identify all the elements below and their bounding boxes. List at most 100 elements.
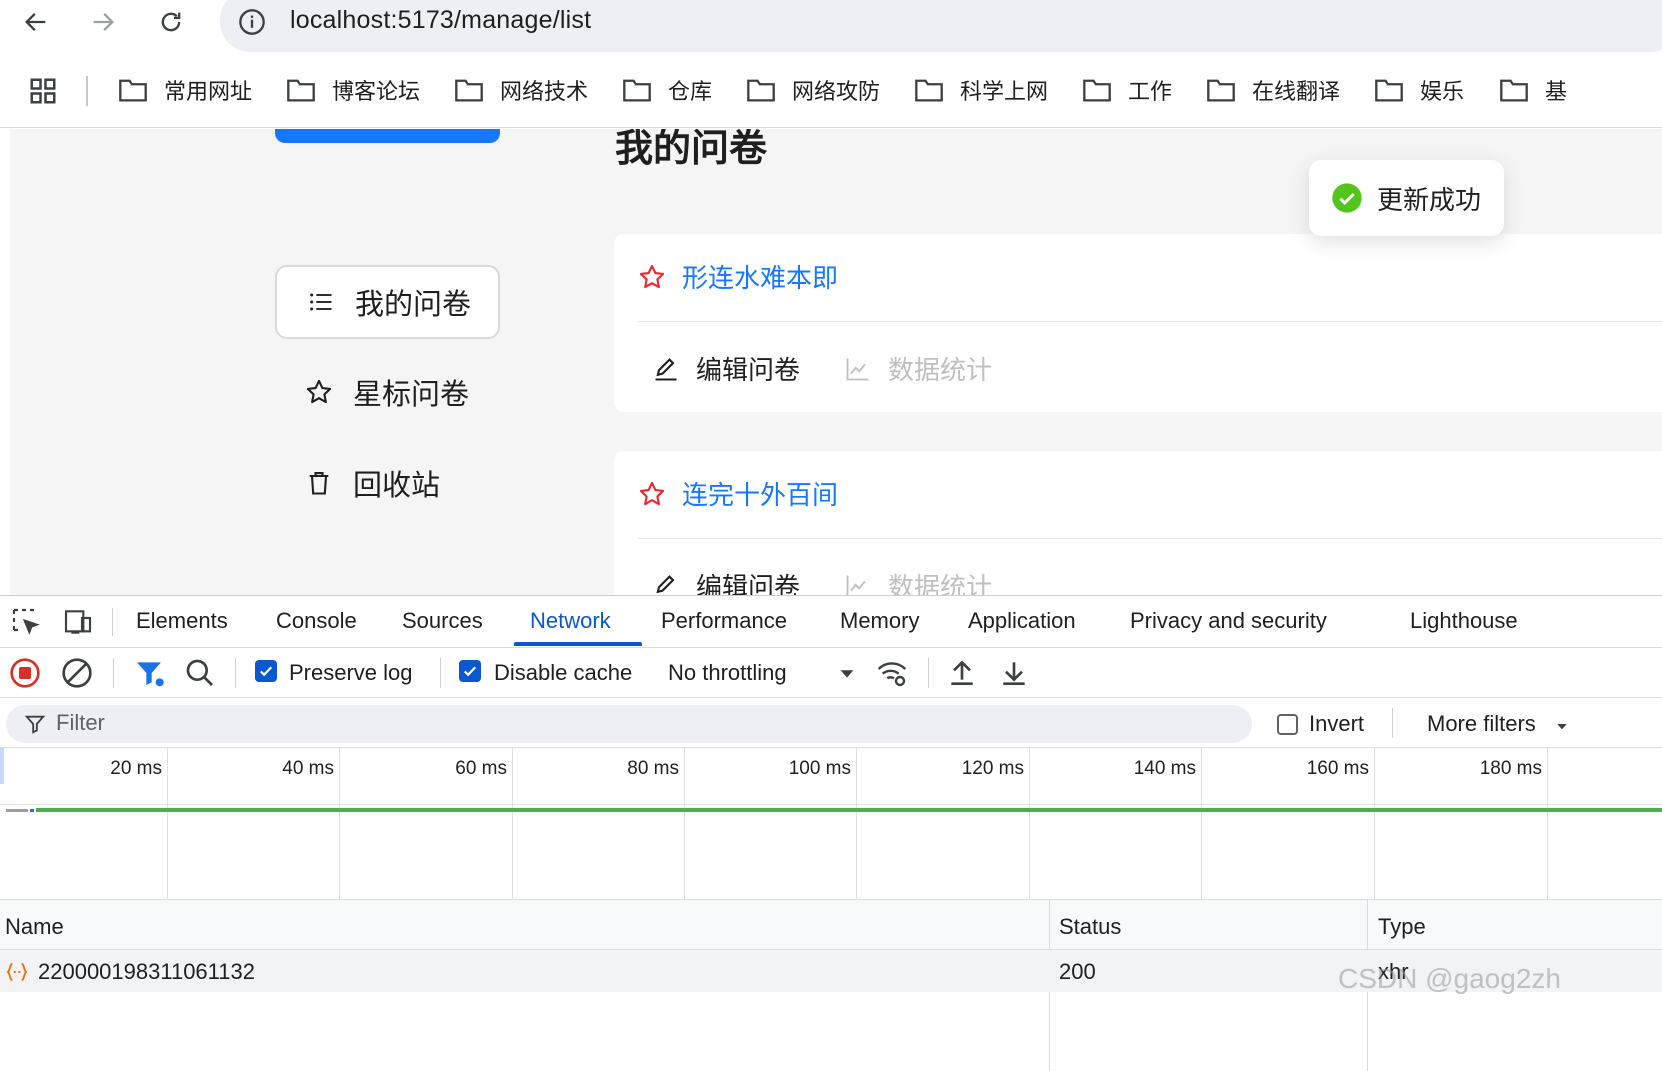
bookmark-folder[interactable]: 博客论坛 xyxy=(286,74,420,106)
bookmark-label: 工作 xyxy=(1128,80,1173,105)
tab-privacy-security[interactable]: Privacy and security xyxy=(1130,608,1327,634)
bookmark-label: 常用网址 xyxy=(164,80,253,105)
more-filters-dropdown[interactable]: More filters xyxy=(1427,711,1536,737)
bookmark-label: 科学上网 xyxy=(960,80,1049,105)
network-overview-timeline[interactable]: 20 ms 40 ms 60 ms 80 ms 100 ms 120 ms 14… xyxy=(0,748,1662,900)
sidebar-item-starred[interactable]: 星标问卷 xyxy=(275,355,500,429)
bookmark-folder[interactable]: 仓库 xyxy=(622,74,712,106)
timeline-tick-label: 180 ms xyxy=(1479,758,1542,779)
dropdown-caret-icon[interactable] xyxy=(836,662,858,684)
tab-performance[interactable]: Performance xyxy=(661,608,787,634)
forward-button[interactable] xyxy=(83,2,123,42)
star-icon[interactable] xyxy=(638,263,666,291)
sidebar-item-trash[interactable]: 回收站 xyxy=(275,446,500,520)
bookmark-folder[interactable]: 工作 xyxy=(1082,74,1172,106)
invert-label[interactable]: Invert xyxy=(1309,711,1364,737)
dropdown-caret-icon[interactable] xyxy=(1554,718,1570,734)
toolbar-separator xyxy=(928,658,929,688)
tab-application[interactable]: Application xyxy=(968,608,1076,634)
card-title-link[interactable]: 形连水难本即 xyxy=(682,258,838,295)
apps-grid-icon[interactable] xyxy=(28,76,58,106)
bookmark-folder[interactable]: 科学上网 xyxy=(914,74,1048,106)
bookmark-folder[interactable]: 常用网址 xyxy=(118,74,252,106)
bookmark-label: 博客论坛 xyxy=(332,80,421,105)
bookmark-folder[interactable]: 在线翻译 xyxy=(1206,74,1340,106)
inspect-element-icon[interactable] xyxy=(10,606,42,638)
reload-button[interactable] xyxy=(151,2,191,42)
tab-console[interactable]: Console xyxy=(276,608,357,634)
xhr-braces-icon xyxy=(6,962,28,982)
preserve-log-checkbox[interactable] xyxy=(255,660,277,682)
export-har-icon[interactable] xyxy=(998,657,1030,689)
stats-button[interactable]: 数据统计 xyxy=(844,567,992,595)
edit-label: 编辑问卷 xyxy=(696,356,801,386)
import-har-icon[interactable] xyxy=(946,657,978,689)
card-title: 连完十外百间 xyxy=(638,475,838,512)
bookmark-folder[interactable]: 网络攻防 xyxy=(746,74,880,106)
timeline-selection-handle[interactable] xyxy=(0,748,4,784)
filter-input-field[interactable]: Filter xyxy=(6,705,1252,743)
timeline-tick-label: 80 ms xyxy=(627,758,679,779)
toolbar-separator xyxy=(440,658,441,688)
create-questionnaire-button[interactable] xyxy=(275,129,500,143)
timeline-gridline xyxy=(856,748,857,900)
timeline-tick-label: 40 ms xyxy=(282,758,334,779)
tab-network[interactable]: Network xyxy=(530,608,611,634)
stats-button[interactable]: 数据统计 xyxy=(844,350,992,387)
bookmark-folder[interactable]: 娱乐 xyxy=(1374,74,1464,106)
page-viewport: 我的问卷 我的问卷 星标问卷 回收站 形连水难本即 编辑问卷 数据统计 连完十外… xyxy=(0,129,1662,595)
edit-button[interactable]: 编辑问卷 xyxy=(652,350,800,387)
checkmark-icon xyxy=(259,666,273,677)
list-icon xyxy=(310,293,332,311)
timeline-tick-label: 60 ms xyxy=(455,758,507,779)
arrow-left-icon xyxy=(25,13,46,31)
network-toolbar: Preserve log Disable cache No throttling xyxy=(0,648,1662,698)
filter-placeholder[interactable]: Filter xyxy=(56,710,105,736)
card-title-link[interactable]: 连完十外百间 xyxy=(682,475,838,512)
bookmark-label: 网络攻防 xyxy=(792,80,881,105)
request-name[interactable]: 220000198311061132 xyxy=(38,959,255,985)
stop-recording-icon[interactable] xyxy=(9,657,41,689)
edit-icon xyxy=(655,574,677,595)
disable-cache-label[interactable]: Disable cache xyxy=(494,660,632,686)
bookmark-folder[interactable]: 网络技术 xyxy=(454,74,588,106)
request-table-header: Name Status Type xyxy=(0,900,1662,950)
network-conditions-icon[interactable] xyxy=(876,657,908,689)
timeline-gridline xyxy=(512,748,513,900)
device-toolbar-icon[interactable] xyxy=(62,606,94,638)
throttling-select[interactable]: No throttling xyxy=(668,660,787,686)
search-icon[interactable] xyxy=(184,657,216,689)
info-icon[interactable] xyxy=(238,8,266,36)
preserve-log-label[interactable]: Preserve log xyxy=(289,660,413,686)
address-bar[interactable]: localhost:5173/manage/list xyxy=(220,0,1662,52)
bookmark-folder[interactable]: 基 xyxy=(1499,74,1567,106)
arrow-right-icon xyxy=(93,13,114,31)
folder-icon xyxy=(119,79,147,102)
devtools-tabbar: Elements Console Sources Network Perform… xyxy=(0,596,1662,648)
timeline-gridline xyxy=(339,748,340,900)
folder-icon xyxy=(747,79,775,102)
column-header-type[interactable]: Type xyxy=(1378,914,1426,940)
tab-sources[interactable]: Sources xyxy=(402,608,483,634)
tab-memory[interactable]: Memory xyxy=(840,608,919,634)
folder-icon xyxy=(1083,79,1111,102)
star-icon[interactable] xyxy=(638,480,666,508)
url-text[interactable]: localhost:5173/manage/list xyxy=(290,6,591,35)
sidebar-item-my-questionnaires[interactable]: 我的问卷 xyxy=(275,265,500,339)
edit-button[interactable]: 编辑问卷 xyxy=(652,567,800,595)
tab-elements[interactable]: Elements xyxy=(136,608,228,634)
tab-lighthouse[interactable]: Lighthouse xyxy=(1410,608,1518,634)
column-header-name[interactable]: Name xyxy=(5,914,64,940)
column-header-status[interactable]: Status xyxy=(1059,914,1121,940)
back-button[interactable] xyxy=(16,2,56,42)
bookmark-label: 仓库 xyxy=(668,80,713,105)
edit-label: 编辑问卷 xyxy=(696,573,801,595)
folder-icon xyxy=(455,79,483,102)
disable-cache-checkbox[interactable] xyxy=(459,660,481,682)
card-divider xyxy=(638,321,1662,322)
timeline-gridline xyxy=(684,748,685,900)
clear-icon[interactable] xyxy=(61,657,93,689)
devtools-panel: Elements Console Sources Network Perform… xyxy=(0,595,1662,1071)
filter-funnel-icon[interactable] xyxy=(133,657,165,689)
invert-checkbox[interactable] xyxy=(1277,714,1298,735)
